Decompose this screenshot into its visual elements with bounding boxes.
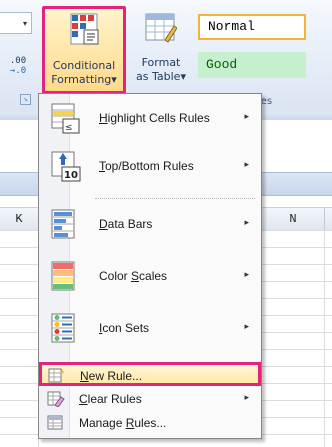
submenu-arrow-icon: ▸ [244,112,249,122]
conditional-formatting-menu: ≤ Highlight Cells Rules ▸ 10 Top/Bottom … [38,93,262,439]
menu-item-color-scales[interactable]: Color Scales ▸ [41,254,259,298]
clear-rules-label: lear Rules [87,392,142,406]
menu-item-manage-rules[interactable]: Manage Rules... [41,412,259,436]
ft-label-line1: Format [141,56,181,69]
number-group-launcher-icon[interactable]: ↘ [20,94,31,105]
submenu-arrow-icon: ▸ [244,270,249,280]
decrease-decimal-icon[interactable]: .00 →.0 [6,56,30,80]
ft-label-line2: as Table [136,70,181,83]
style-normal[interactable]: Normal [198,14,306,40]
menu-item-data-bars[interactable]: Data Bars ▸ [41,202,259,246]
submenu-arrow-icon: ▸ [244,160,249,170]
submenu-arrow-icon: ▸ [244,393,249,403]
color-scales-label: cales [139,269,168,283]
mnemonic-n: N [80,369,89,383]
color-scales-label-pre: Color [99,269,132,283]
manage-rules-label-pre: Manage [79,416,126,430]
manage-rules-icon [47,415,63,430]
manage-rules-label: ules... [134,416,167,430]
svg-text:≤: ≤ [65,123,73,133]
top-bottom-icon: 10 [51,151,81,182]
menu-item-icon-sets[interactable]: Icon Sets ▸ [41,306,259,350]
column-header-k[interactable]: K [0,208,39,230]
data-bars-label: ata Bars [107,217,153,231]
submenu-arrow-icon: ▸ [244,322,249,332]
decimal-label-bottom: →.0 [9,66,27,76]
menu-separator [95,198,255,199]
format-as-table-button[interactable]: Format as Table▾ [131,8,191,94]
mnemonic-d: D [99,217,108,231]
chevron-down-icon: ▾ [111,73,117,86]
cf-label-line1: Conditional [52,59,116,72]
style-good[interactable]: Good [198,52,306,78]
chevron-down-icon: ▾ [180,70,186,83]
format-as-table-icon [145,13,177,43]
mnemonic-c: C [79,392,88,406]
top-bottom-label: op/Bottom Rules [105,159,194,173]
icon-sets-icon [51,313,75,343]
decimal-label-top: .00 [9,56,27,66]
new-rule-label: ew Rule... [88,369,143,383]
format-as-table-label: Format as Table▾ [131,56,191,84]
color-scales-icon [51,261,75,291]
icon-sets-label: con Sets [102,321,150,335]
menu-item-top-bottom-rules[interactable]: 10 Top/Bottom Rules ▸ [41,144,259,188]
submenu-arrow-icon: ▸ [244,218,249,228]
menu-item-new-rule[interactable]: New Rule... [39,362,261,386]
highlight-cells-label: ighlight Cells Rules [107,111,210,125]
column-gridline [324,230,325,447]
menu-item-clear-rules[interactable]: Clear Rules ▸ [41,388,259,412]
column-header-n[interactable]: N [262,208,325,230]
cf-label-line2: Formatting [51,73,112,86]
clear-rules-icon [47,391,65,407]
conditional-formatting-button[interactable]: Conditional Formatting▾ [42,6,126,94]
conditional-formatting-icon [70,13,99,45]
highlight-cells-icon: ≤ [51,103,80,134]
new-rule-icon [48,368,65,383]
data-bars-icon [51,209,75,239]
svg-text:10: 10 [64,170,78,181]
mnemonic-s: S [131,269,140,283]
mnemonic-h: H [99,111,108,125]
number-format-dropdown[interactable]: ▾ [0,12,32,34]
menu-item-highlight-cells-rules[interactable]: ≤ Highlight Cells Rules ▸ [41,96,259,140]
conditional-formatting-label: Conditional Formatting▾ [45,59,123,87]
